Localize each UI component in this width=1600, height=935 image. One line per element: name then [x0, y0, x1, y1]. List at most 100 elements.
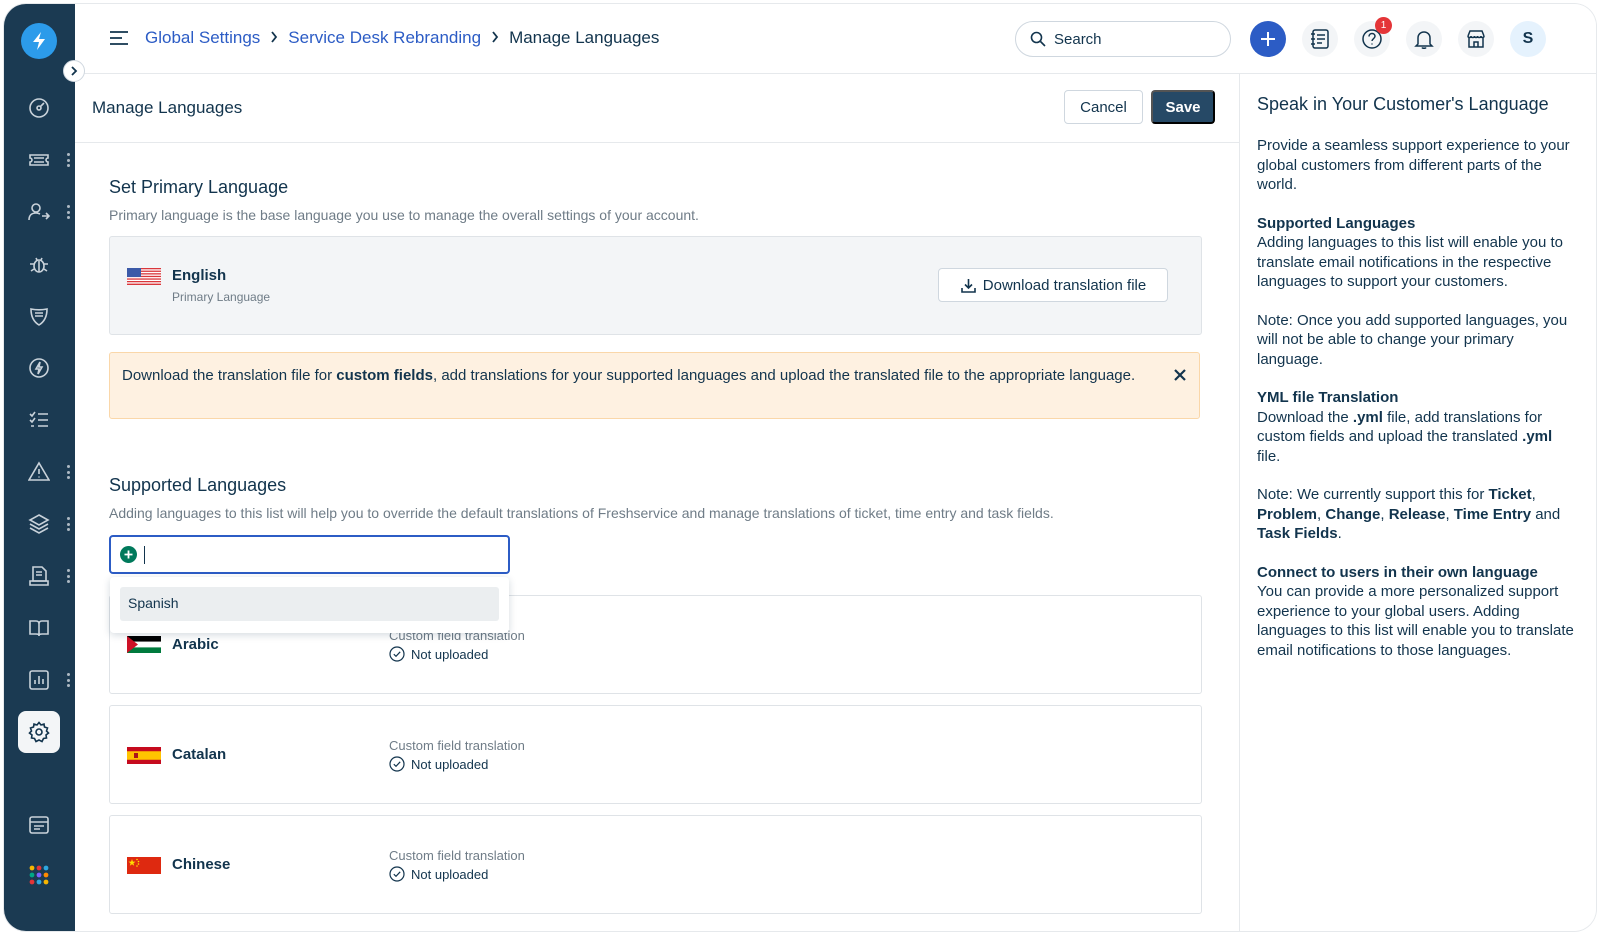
breadcrumb-separator-icon — [270, 30, 278, 47]
upload-status-text: Not uploaded — [411, 866, 489, 882]
help-connect-body: You can provide a more personalized supp… — [1257, 583, 1574, 659]
download-translation-file-button[interactable]: Download translation file — [938, 268, 1168, 302]
breadcrumb-service-desk-rebranding[interactable]: Service Desk Rebranding — [288, 28, 481, 48]
add-circle-icon — [120, 546, 137, 563]
hamburger-menu-icon[interactable] — [109, 29, 129, 47]
help-yml-heading: YML file Translation — [1257, 389, 1399, 406]
help-notification-badge: 1 — [1375, 17, 1392, 34]
sidebar — [4, 4, 75, 931]
language-name: Arabic — [172, 636, 219, 653]
alert-text-start: Download the translation file for — [122, 367, 337, 384]
help-intro: Provide a seamless support experience to… — [1257, 137, 1570, 193]
download-label: Download translation file — [982, 276, 1147, 294]
help-connect-heading: Connect to users in their own language — [1257, 563, 1538, 581]
search-icon — [1030, 31, 1046, 47]
help-supported-block: Supported Languages Adding languages to … — [1257, 214, 1578, 292]
upload-status-text: Not uploaded — [411, 646, 489, 662]
language-name: Chinese — [172, 856, 231, 873]
catalan-flag-icon — [127, 747, 161, 764]
tickets-icon[interactable] — [18, 139, 60, 181]
check-circle-icon — [389, 866, 405, 882]
help-supported-body: Adding languages to this list will enabl… — [1257, 234, 1564, 290]
check-circle-icon — [389, 646, 405, 662]
app-window: Global Settings Service Desk Rebranding … — [4, 4, 1596, 931]
primary-language-sublabel: Primary Language — [172, 290, 271, 304]
notifications-button[interactable] — [1406, 21, 1442, 57]
contacts-icon[interactable] — [18, 191, 60, 233]
apps-grid-icon[interactable] — [18, 854, 60, 896]
breadcrumb-global-settings[interactable]: Global Settings — [145, 28, 260, 48]
freshservice-logo-icon[interactable] — [21, 23, 57, 59]
breadcrumb-separator-icon — [491, 30, 499, 47]
dashboard-icon[interactable] — [18, 87, 60, 129]
help-supported-heading: Supported Languages — [1257, 214, 1416, 232]
language-card-chinese: Chinese Custom field translation Not upl… — [109, 815, 1202, 914]
add-language-input[interactable] — [149, 543, 499, 567]
help-yml-block: YML file Translation Download the .yml f… — [1257, 388, 1578, 466]
assets-more-icon[interactable] — [66, 517, 70, 531]
supported-languages-title: Supported Languages — [109, 475, 287, 495]
problems-bug-icon[interactable] — [18, 243, 60, 285]
contracts-icon[interactable] — [18, 555, 60, 597]
main-content: Manage Languages Cancel Save Set Primary… — [75, 74, 1239, 931]
assets-layers-icon[interactable] — [18, 503, 60, 545]
service-catalog-button[interactable] — [1302, 21, 1338, 57]
bell-icon — [1414, 31, 1434, 49]
language-dropdown: Spanish — [110, 577, 509, 633]
custom-field-translation-label: Custom field translation — [389, 848, 525, 863]
language-card-catalan: Catalan Custom field translation Not upl… — [109, 705, 1202, 804]
service-catalog-icon[interactable] — [18, 804, 60, 846]
solutions-book-icon[interactable] — [18, 607, 60, 649]
primary-language-description: Primary language is the base language yo… — [109, 207, 699, 223]
chinese-flag-icon — [127, 857, 161, 874]
catalog-icon — [1311, 29, 1329, 49]
tasks-list-icon[interactable] — [18, 399, 60, 441]
dropdown-option-spanish[interactable]: Spanish — [120, 587, 499, 621]
releases-icon[interactable] — [18, 347, 60, 389]
contracts-more-icon[interactable] — [66, 569, 70, 583]
analytics-icon[interactable] — [18, 659, 60, 701]
user-avatar[interactable]: S — [1510, 21, 1546, 57]
new-item-plus-button[interactable] — [1250, 21, 1286, 57]
primary-language-name: English — [172, 267, 227, 284]
custom-fields-alert: Download the translation file for custom… — [109, 352, 1200, 419]
admin-settings-gear-icon[interactable] — [18, 711, 60, 753]
changes-shield-icon[interactable] — [18, 295, 60, 337]
top-header: Global Settings Service Desk Rebranding … — [75, 4, 1596, 74]
help-connect-block: Connect to users in their own language Y… — [1257, 563, 1578, 661]
arabic-flag-icon — [127, 636, 161, 653]
contacts-more-icon[interactable] — [66, 205, 70, 219]
breadcrumb: Global Settings Service Desk Rebranding … — [145, 28, 659, 48]
upload-status-text: Not uploaded — [411, 756, 489, 772]
help-note-primary: Note: Once you add supported languages, … — [1257, 311, 1568, 368]
marketplace-button[interactable] — [1458, 21, 1494, 57]
check-circle-icon — [389, 756, 405, 772]
alerts-more-icon[interactable] — [66, 465, 70, 479]
tickets-more-icon[interactable] — [66, 153, 70, 167]
primary-language-card: English Primary Language Download transl… — [109, 236, 1202, 335]
analytics-more-icon[interactable] — [66, 673, 70, 687]
help-button[interactable]: 1 — [1354, 17, 1392, 57]
help-note-supported-fields: Note: We currently support this for Tick… — [1257, 486, 1561, 542]
upload-status: Not uploaded — [389, 646, 488, 662]
page-header: Manage Languages Cancel Save — [75, 74, 1239, 143]
page-title: Manage Languages — [92, 98, 243, 117]
us-flag-icon — [127, 268, 161, 285]
alert-close-icon[interactable] — [1173, 367, 1187, 381]
supported-languages-description: Adding languages to this list will help … — [109, 505, 1054, 521]
plus-icon — [1261, 32, 1275, 46]
alerts-warning-icon[interactable] — [18, 451, 60, 493]
global-search-input[interactable]: Search — [1015, 21, 1231, 57]
add-language-input-wrapper — [109, 535, 510, 574]
primary-language-title: Set Primary Language — [109, 177, 289, 197]
sidebar-expand-chevron-icon[interactable] — [63, 60, 85, 82]
help-panel-title: Speak in Your Customer's Language — [1257, 94, 1549, 114]
language-name: Catalan — [172, 746, 227, 763]
help-panel: Speak in Your Customer's Language Provid… — [1239, 74, 1596, 931]
upload-status: Not uploaded — [389, 756, 488, 772]
cancel-button[interactable]: Cancel — [1064, 90, 1143, 124]
search-placeholder: Search — [1054, 30, 1102, 48]
upload-status: Not uploaded — [389, 866, 488, 882]
save-button[interactable]: Save — [1151, 90, 1215, 124]
alert-text-end: , add translations for your supported la… — [432, 367, 1136, 384]
